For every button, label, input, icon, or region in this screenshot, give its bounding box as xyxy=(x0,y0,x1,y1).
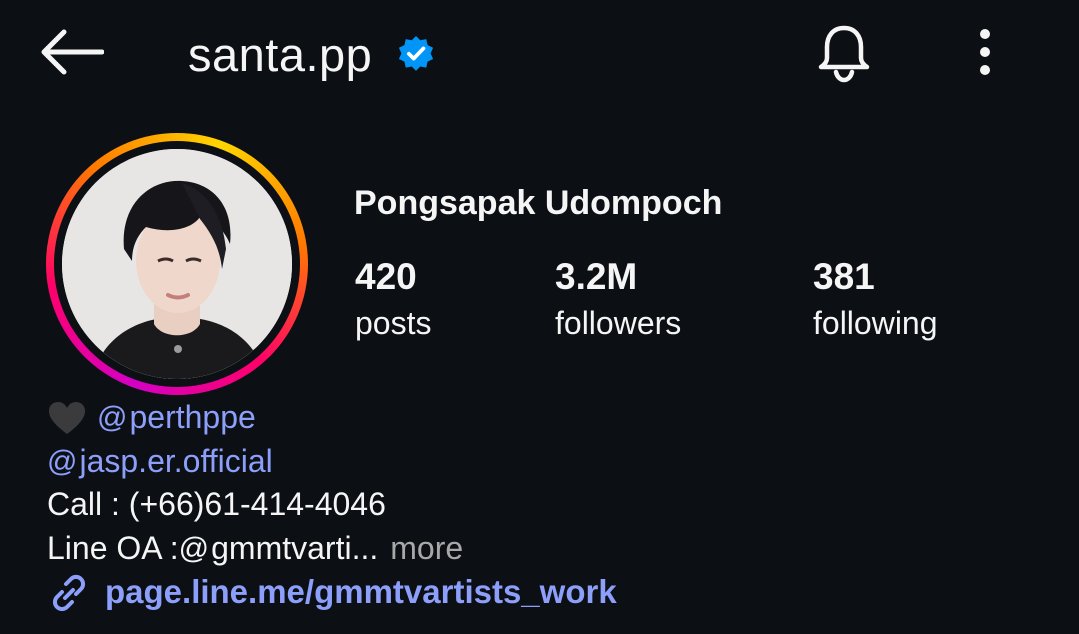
bio-line-4: Line OA : @ gmmtvarti... more xyxy=(47,527,463,571)
following-stat[interactable]: 381 following xyxy=(813,254,938,346)
mention-jasper-official[interactable]: @ jasp.er.official xyxy=(47,440,273,484)
back-arrow-icon xyxy=(41,29,104,75)
bio-link[interactable]: page.line.me/gmmtvartists_work xyxy=(47,572,617,612)
line-oa-label: Line OA : xyxy=(47,529,179,566)
posts-stat[interactable]: 420 posts xyxy=(355,254,431,346)
link-icon xyxy=(52,574,86,612)
bio-line-3: Call : (+66)61-414-4046 xyxy=(47,486,386,522)
following-label: following xyxy=(813,305,938,341)
threads-icon: @ xyxy=(97,401,128,434)
line-oa-value: gmmtvarti... xyxy=(211,529,379,566)
more-button[interactable]: more xyxy=(390,527,463,571)
verified-badge-icon xyxy=(396,34,436,74)
mention-jasper-text: jasp.er.official xyxy=(79,442,273,479)
mention-perthppe-text: perthppe xyxy=(129,399,256,435)
bio-link-text: page.line.me/gmmtvartists_work xyxy=(105,573,617,610)
bio-line-2: @ jasp.er.official xyxy=(47,440,463,484)
top-bar: santa.pp xyxy=(0,0,1079,110)
notifications-button[interactable] xyxy=(810,20,878,86)
threads-icon: @ xyxy=(178,531,210,565)
profile-picture[interactable] xyxy=(46,133,308,395)
threads-icon: @ xyxy=(47,444,78,478)
followers-stat[interactable]: 3.2M followers xyxy=(555,254,681,346)
bio: @ perthppe @ jasp.er.official Call : (+66)… xyxy=(47,396,463,570)
posts-count: 420 xyxy=(355,256,417,297)
more-options-button[interactable] xyxy=(960,22,1010,82)
posts-label: posts xyxy=(355,305,432,341)
avatar-gap xyxy=(54,141,300,387)
following-count: 381 xyxy=(813,256,875,297)
bell-icon xyxy=(818,25,870,83)
full-name: Pongsapak Udompoch xyxy=(354,184,723,222)
avatar-photo xyxy=(62,149,292,379)
username: santa.pp xyxy=(188,27,373,81)
black-heart-icon xyxy=(47,400,87,436)
bio-line-1: @ perthppe xyxy=(47,396,463,440)
followers-label: followers xyxy=(555,305,682,341)
more-vertical-icon xyxy=(980,29,990,75)
back-button[interactable] xyxy=(34,22,108,82)
followers-count: 3.2M xyxy=(555,256,638,297)
mention-perthppe[interactable]: @ perthppe xyxy=(97,396,256,440)
username-header: santa.pp xyxy=(188,24,436,84)
avatar xyxy=(62,149,292,379)
